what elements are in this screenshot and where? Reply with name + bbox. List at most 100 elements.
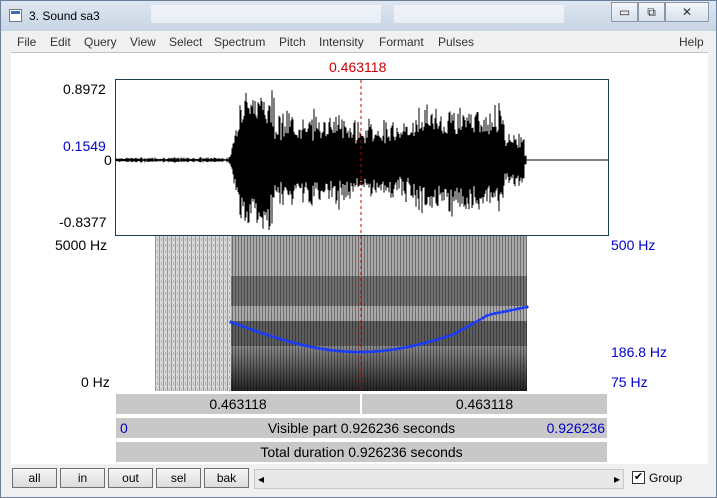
pitch-point — [477, 318, 481, 322]
pitch-point — [445, 334, 449, 339]
menu-help[interactable]: Help — [679, 35, 704, 49]
menu-edit[interactable]: Edit — [50, 35, 71, 49]
window-title: 3. Sound sa3 — [29, 9, 100, 23]
pitch-point — [229, 320, 233, 324]
waveform-min-label: -0.8377 — [59, 214, 107, 230]
bottom-toolbar: all in out sel bak ◂ ▸ ✔ Group — [1, 464, 716, 497]
pitch-point — [349, 350, 353, 354]
maximize-button[interactable]: ⧉ — [638, 2, 665, 22]
minimize-button[interactable]: ▭ — [611, 2, 638, 22]
menu-formant[interactable]: Formant — [379, 35, 424, 49]
visible-start-label: 0 — [120, 420, 128, 436]
selection-bar-right[interactable]: 0.463118 — [361, 393, 608, 415]
pitch-point — [429, 339, 433, 343]
pitch-point — [417, 342, 421, 347]
menu-view[interactable]: View — [130, 35, 156, 49]
pitch-point — [509, 308, 513, 312]
pitch-point — [269, 334, 273, 338]
waveform-panel[interactable] — [115, 79, 609, 236]
menu-select[interactable]: Select — [169, 35, 202, 49]
pitch-point — [297, 342, 301, 346]
pitch-point — [449, 333, 453, 337]
background-window-ghost — [394, 5, 564, 23]
zoom-selection-button[interactable]: sel — [156, 468, 201, 488]
waveform-zero-label: 0 — [104, 152, 112, 168]
spectrogram-panel[interactable] — [115, 236, 609, 393]
pitch-point — [385, 348, 389, 352]
pitch-point — [433, 338, 437, 342]
pitch-point — [301, 343, 305, 347]
pitch-point — [281, 338, 285, 342]
menu-pulses[interactable]: Pulses — [438, 35, 474, 49]
sound-editor-area: 0.463118 0.8972 0.1549 0 -0.8377 5000 Hz… — [11, 52, 708, 464]
pitch-point — [233, 321, 237, 326]
zoom-out-button[interactable]: out — [108, 468, 153, 488]
pitch-point — [345, 350, 349, 354]
close-button[interactable]: ✕ — [665, 2, 709, 22]
pitch-point — [325, 348, 329, 352]
spectrogram-bottom-freq: 0 Hz — [81, 374, 110, 390]
pitch-point — [309, 345, 313, 349]
pitch-point — [313, 346, 317, 350]
pitch-point — [453, 331, 457, 336]
pitch-point — [405, 345, 409, 349]
pitch-point — [337, 349, 341, 353]
pitch-point — [437, 337, 441, 341]
pitch-point — [381, 349, 385, 353]
pitch-point — [493, 311, 497, 316]
horizontal-scrollbar[interactable]: ◂ ▸ — [254, 469, 624, 489]
pitch-point — [421, 341, 425, 346]
pitch-point — [293, 341, 297, 345]
title-bar[interactable]: 3. Sound sa3 ▭ ⧉ ✕ — [1, 1, 716, 31]
waveform-cursor-value: 0.1549 — [63, 138, 106, 154]
group-checkbox[interactable]: ✔ — [632, 471, 645, 484]
menu-file[interactable]: File — [17, 35, 36, 49]
pitch-point — [457, 329, 461, 333]
pitch-point — [317, 346, 321, 350]
pitch-point — [513, 307, 517, 311]
pitch-point — [489, 312, 493, 316]
pitch-point — [333, 349, 337, 353]
pitch-top-label: 500 Hz — [611, 237, 656, 253]
pitch-point — [461, 327, 465, 331]
selection-bar-left[interactable]: 0.463118 — [115, 393, 361, 415]
pitch-point — [481, 316, 485, 320]
pitch-point — [397, 347, 401, 351]
total-duration-bar[interactable]: Total duration 0.926236 seconds — [115, 441, 608, 463]
pitch-point — [389, 348, 393, 352]
zoom-back-button[interactable]: bak — [204, 468, 249, 488]
app-icon — [9, 9, 22, 22]
scroll-left-arrow-icon[interactable]: ◂ — [258, 472, 264, 486]
menu-query[interactable]: Query — [84, 35, 117, 49]
waveform-max-label: 0.8972 — [63, 81, 106, 97]
pitch-point — [373, 349, 377, 354]
pitch-point — [245, 326, 249, 330]
pitch-point — [377, 349, 381, 353]
menu-bar: File Edit Query View Select Spectrum Pit… — [11, 32, 708, 52]
menu-spectrum[interactable]: Spectrum — [214, 35, 265, 49]
praat-sound-window: 3. Sound sa3 ▭ ⧉ ✕ File Edit Query View … — [0, 0, 717, 498]
pitch-point — [485, 314, 489, 318]
zoom-in-button[interactable]: in — [60, 468, 105, 488]
pitch-point — [357, 350, 361, 354]
visible-part-bar[interactable]: 0 Visible part 0.926236 seconds 0.926236 — [115, 417, 608, 439]
spectrogram-top-freq: 5000 Hz — [55, 237, 108, 253]
pitch-point — [353, 350, 357, 354]
pitch-point — [305, 344, 309, 348]
pitch-point — [413, 343, 417, 347]
zoom-all-button[interactable]: all — [12, 468, 57, 488]
pitch-point — [465, 325, 469, 329]
pitch-point — [257, 330, 261, 334]
pitch-point — [261, 331, 265, 335]
background-window-ghost — [151, 5, 381, 23]
pitch-point — [321, 347, 325, 351]
pitch-point — [473, 320, 477, 324]
pitch-point — [329, 348, 333, 352]
pitch-point — [277, 337, 281, 341]
visible-end-label: 0.926236 — [546, 420, 605, 436]
scroll-right-arrow-icon[interactable]: ▸ — [614, 472, 620, 486]
pitch-point — [249, 327, 253, 331]
pitch-point — [525, 305, 529, 309]
menu-intensity[interactable]: Intensity — [319, 35, 364, 49]
menu-pitch[interactable]: Pitch — [279, 35, 306, 49]
